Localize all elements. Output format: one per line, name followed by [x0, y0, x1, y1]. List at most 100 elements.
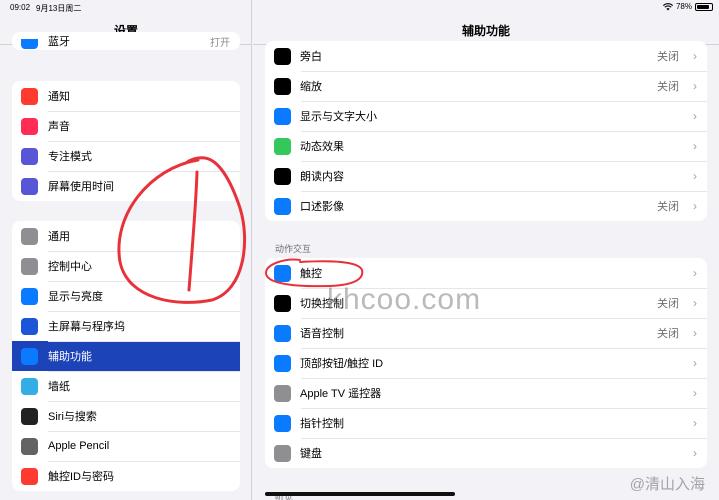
keyboard-icon [274, 444, 291, 462]
row-label: 口述影像 [300, 201, 344, 213]
sidebar-item-label: Siri与搜索 [48, 411, 97, 423]
chevron-right-icon: › [693, 446, 697, 460]
interaction-row-2[interactable]: 语音控制 关闭 › [265, 318, 707, 348]
sidebar-item-17[interactable]: Apple Pencil [12, 431, 240, 461]
chevron-right-icon: › [693, 199, 697, 213]
sidebar-item-15[interactable]: 墙纸 [12, 371, 240, 401]
chevron-right-icon: › [693, 79, 697, 93]
interaction-row-5[interactable]: 指针控制 › [265, 408, 707, 438]
status-date: 9月13日周二 [36, 4, 82, 13]
sidebar-item-label: 控制中心 [48, 261, 92, 273]
status-time: 09:02 [10, 3, 31, 12]
sidebar-item-11[interactable]: 控制中心 [12, 251, 240, 281]
sidebar-item-label: 声音 [48, 121, 70, 133]
vision-row-2[interactable]: 显示与文字大小 › [265, 101, 707, 131]
row-label: 朗读内容 [300, 171, 344, 183]
status-right: 78% [662, 2, 713, 11]
interaction-row-6[interactable]: 键盘 › [265, 438, 707, 468]
row-label: 动态效果 [300, 141, 344, 153]
accessibility-panel: 辅助功能 旁白 关闭 › 缩放 关闭 › 显示与文字大小 › 动态效果 › 朗读内容 › 口述影像 关闭 ›… [253, 0, 719, 500]
aa-icon [21, 287, 38, 305]
row-label: 指针控制 [300, 418, 344, 430]
chevron-right-icon: › [693, 386, 697, 400]
speaker-icon [21, 117, 38, 135]
sidebar-item-0[interactable]: 通知 [12, 81, 240, 111]
home-indicator [265, 492, 455, 496]
battery-icon [695, 2, 713, 11]
chevron-right-icon: › [693, 416, 697, 430]
row-label: 显示与文字大小 [300, 111, 377, 123]
battery-percent: 78% [675, 2, 692, 11]
corner-watermark: @清山入海 [629, 476, 705, 493]
vision-row-0[interactable]: 旁白 关闭 › [265, 41, 707, 71]
sidebar-item-label: 通知 [48, 91, 70, 103]
chevron-right-icon: › [693, 49, 697, 63]
battery-fill [697, 4, 710, 9]
sidebar-item-label: 墙纸 [48, 381, 70, 393]
gear-icon [21, 227, 38, 245]
chevron-right-icon: › [693, 296, 697, 310]
sidebar-group-connectivity: 蓝牙 打开 [12, 32, 240, 50]
speech-icon [274, 167, 291, 185]
moon-icon [21, 147, 38, 165]
sidebar-item-label: 屏幕使用时间 [48, 181, 114, 193]
pointer-icon [274, 414, 291, 432]
vision-row-5[interactable]: 口述影像 关闭 › [265, 191, 707, 221]
chevron-right-icon: › [693, 356, 697, 370]
chevron-right-icon: › [693, 326, 697, 340]
hand-icon [274, 264, 291, 282]
row-label: 缩放 [300, 81, 322, 93]
switch-control-icon [274, 294, 291, 312]
row-label: 触控 [300, 268, 322, 280]
flower-icon [21, 377, 38, 395]
row-value: 关闭 [657, 298, 679, 310]
settings-sidebar: 设置 蓝牙 打开 通知 声音 专注模式 屏幕使用时间 通用 控制中心 显示与亮度 主屏幕与程… [0, 0, 252, 500]
sidebar-item-16[interactable]: Siri与搜索 [12, 401, 240, 431]
interaction-row-3[interactable]: 顶部按钮/触控 ID › [265, 348, 707, 378]
vision-row-3[interactable]: 动态效果 › [265, 131, 707, 161]
motion-icon [274, 137, 291, 155]
sidebar-item-3[interactable]: 屏幕使用时间 [12, 171, 240, 201]
row-label: Apple TV 遥控器 [300, 388, 382, 400]
sidebar-item-2[interactable]: 专注模式 [12, 141, 240, 171]
row-label: 键盘 [300, 448, 322, 460]
hourglass-icon [21, 177, 38, 195]
vision-row-4[interactable]: 朗读内容 › [265, 161, 707, 191]
wifi-icon [662, 2, 673, 10]
sidebar-item-label: 主屏幕与程序坞 [48, 321, 125, 333]
sidebar-item-bluetooth[interactable]: 蓝牙 打开 [12, 32, 240, 50]
aa-icon [274, 107, 291, 125]
accessibility-icon [21, 347, 38, 365]
grid-icon [21, 317, 38, 335]
sidebar-item-1[interactable]: 声音 [12, 111, 240, 141]
voice-control-icon [274, 324, 291, 342]
section-header-interaction: 动作交互 [275, 244, 312, 254]
row-label: 语音控制 [300, 328, 344, 340]
sidebar-group-general: 通用控制中心显示与亮度主屏幕与程序坞辅助功能墙纸 Siri与搜索 Apple Pen… [12, 221, 240, 491]
fingerprint-icon [21, 467, 38, 485]
sidebar-item-10[interactable]: 通用 [12, 221, 240, 251]
sidebar-item-label: 显示与亮度 [48, 291, 103, 303]
status-bar: 09:02 9月13日周二 78% [0, 0, 719, 14]
watermark-text: khcoo.com [327, 283, 482, 316]
sidebar-item-18[interactable]: 触控ID与密码 [12, 461, 240, 491]
chevron-right-icon: › [693, 266, 697, 280]
siri-icon [21, 407, 38, 425]
vision-row-1[interactable]: 缩放 关闭 › [265, 71, 707, 101]
sidebar-item-label: 触控ID与密码 [48, 471, 114, 483]
sidebar-group-notifications: 通知声音专注模式屏幕使用时间 [12, 81, 240, 201]
row-value: 关闭 [657, 201, 679, 213]
vision-group: 旁白 关闭 › 缩放 关闭 › 显示与文字大小 › 动态效果 › 朗读内容 › 口述影像 关闭 › [265, 41, 707, 221]
interaction-row-4[interactable]: Apple TV 遥控器 › [265, 378, 707, 408]
row-value: 关闭 [657, 51, 679, 63]
sidebar-item-12[interactable]: 显示与亮度 [12, 281, 240, 311]
sidebar-item-13[interactable]: 主屏幕与程序坞 [12, 311, 240, 341]
chevron-right-icon: › [693, 169, 697, 183]
remote-icon [274, 384, 291, 402]
audio-description-icon [274, 197, 291, 215]
row-label: 旁白 [300, 51, 322, 63]
sidebar-item-label: 专注模式 [48, 151, 92, 163]
page-title: 辅助功能 [461, 24, 510, 38]
sidebar-item-14[interactable]: 辅助功能 [12, 341, 240, 371]
row-value: 关闭 [657, 328, 679, 340]
